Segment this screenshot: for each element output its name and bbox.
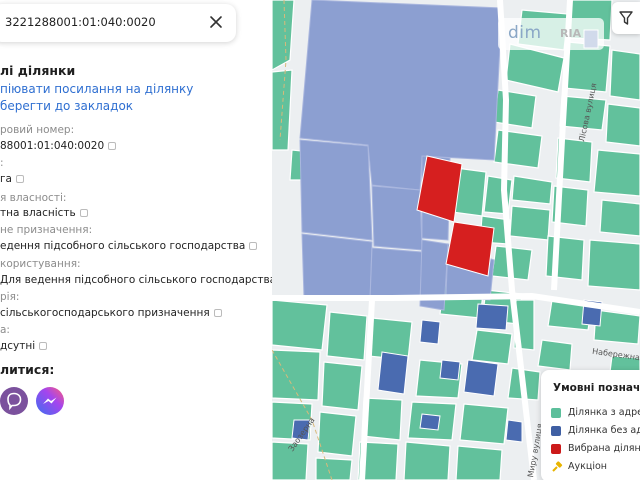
- legend-swatch-blue: [551, 426, 561, 436]
- share-title: литися:: [0, 362, 55, 377]
- copy-icon[interactable]: [249, 242, 258, 250]
- field-value-ownership: тна власність: [0, 207, 88, 219]
- section-heading: лі ділянки: [0, 63, 76, 78]
- field-value-category: сільськогосподарського призначення: [0, 307, 222, 319]
- watermark-logo: dim RIA: [498, 18, 604, 50]
- copy-icon[interactable]: [39, 342, 48, 350]
- map-legend: Умовні позначен Ділянка з адресо Ділянка…: [541, 370, 640, 480]
- watermark-sub: RIA: [560, 27, 582, 40]
- auction-icon: [552, 461, 563, 472]
- close-icon[interactable]: [208, 14, 224, 30]
- cadastral-map[interactable]: Лісова вулиця Набережна Миру вулиця Заоз…: [272, 0, 640, 480]
- copy-icon[interactable]: [213, 309, 222, 317]
- field-label-ownership: я власності:: [0, 192, 67, 204]
- legend-label: Ділянка без адре: [568, 425, 640, 436]
- copy-icon[interactable]: [108, 142, 117, 150]
- cadastral-search-box[interactable]: 3221288001:01:040:0020: [0, 4, 236, 42]
- field-value-area: га: [0, 173, 24, 185]
- search-input[interactable]: 3221288001:01:040:0020: [5, 15, 156, 29]
- filter-icon: [619, 11, 633, 25]
- legend-label: Вибрана ділянка: [568, 443, 640, 454]
- field-value-cadastral: 88001:01:040:0020: [0, 140, 117, 152]
- field-label-restrictions: а:: [0, 324, 10, 336]
- copy-icon[interactable]: [79, 209, 88, 217]
- field-value-purpose: едення підсобного сільського господарств…: [0, 240, 258, 252]
- field-label-purpose: не призначення:: [0, 224, 93, 236]
- parcel-info-panel: 3221288001:01:040:0020 лі ділянки піюват…: [0, 0, 272, 480]
- legend-swatch-green: [551, 408, 561, 418]
- watermark-main: dim: [508, 23, 542, 43]
- field-value-usage: Для ведення підсобного сільського господ…: [0, 274, 272, 286]
- legend-label: Аукціон: [568, 461, 607, 472]
- legend-label: Ділянка з адресо: [568, 407, 640, 418]
- legend-title: Умовні позначен: [553, 382, 640, 394]
- legend-swatch-red: [551, 444, 561, 454]
- copy-icon[interactable]: [15, 175, 24, 183]
- field-label-cadastral: ровий номер:: [0, 124, 75, 136]
- field-label-area: :: [0, 157, 4, 169]
- viber-icon[interactable]: [0, 386, 29, 416]
- bookmark-button[interactable]: берегти до закладок: [0, 99, 133, 113]
- field-label-usage: користування:: [0, 258, 81, 270]
- messenger-icon[interactable]: [35, 386, 65, 416]
- filter-button[interactable]: [612, 2, 640, 34]
- field-value-restrictions: дсутні: [0, 340, 48, 352]
- field-label-category: рія:: [0, 291, 20, 303]
- copy-link-button[interactable]: піювати посилання на ділянку: [0, 82, 193, 96]
